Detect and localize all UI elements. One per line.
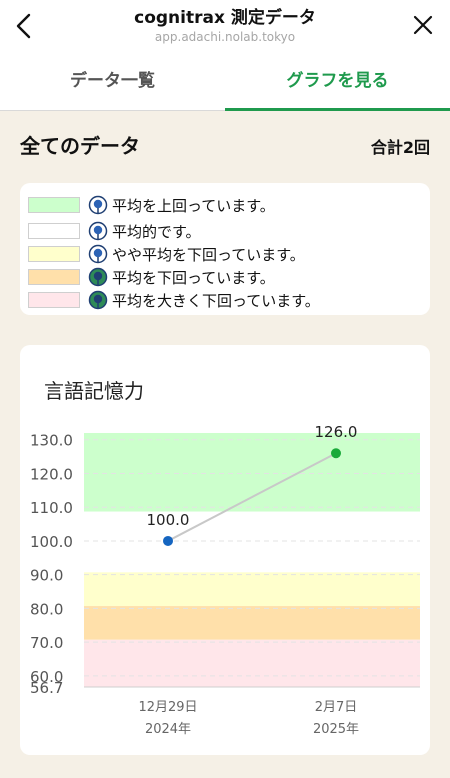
tab-data-list[interactable]: データ一覧	[0, 52, 225, 110]
data-point	[163, 535, 173, 546]
chart-card: 言語記憶力 56.7 60.0 70.0 80.0 90.0 100.0 110.0 120.…	[20, 345, 430, 755]
data-label: 100.0	[147, 511, 190, 529]
legend-label: 平均を下回っています。	[112, 268, 275, 287]
y-tick-label: 80.0	[30, 600, 63, 618]
y-tick-label: 60.0	[30, 668, 63, 686]
x-tick-label: 2025年	[313, 722, 359, 737]
score-band	[84, 639, 420, 687]
x-tick-label: 2024年	[145, 722, 191, 737]
page-title: cognitrax 測定データ	[134, 8, 316, 28]
face-icon-blue	[88, 195, 108, 215]
total-count: 合計2回	[370, 138, 430, 157]
face-icon-blue	[88, 244, 108, 264]
legend-item: 平均的です。	[28, 221, 201, 241]
data-label: 126.0	[315, 423, 358, 441]
legend-item: 平均を上回っています。	[28, 195, 275, 215]
header-title-block: cognitrax 測定データ app.adachi.nolab.tokyo	[60, 6, 390, 44]
y-tick-label: 120.0	[30, 465, 73, 483]
score-band	[84, 572, 420, 607]
legend-label: 平均を上回っています。	[112, 196, 275, 215]
page-url: app.adachi.nolab.tokyo	[154, 30, 296, 44]
active-tab-indicator	[225, 108, 450, 111]
y-tick-label: 130.0	[30, 432, 73, 450]
y-tick-label: 90.0	[30, 567, 63, 585]
app-header: cognitrax 測定データ app.adachi.nolab.tokyo	[0, 0, 450, 52]
x-tick-label: 2月7日	[315, 700, 358, 715]
legend-swatch	[28, 246, 80, 262]
legend-item: やや平均を下回っています。	[28, 244, 305, 264]
y-tick-label: 70.0	[30, 634, 63, 652]
legend-label: 平均を大きく下回っています。	[112, 291, 320, 310]
x-tick-label: 12月29日	[138, 700, 197, 715]
legend-card: 平均を上回っています。 平均的です。やや平均を下回っています。 平均を下回っています…	[20, 183, 430, 315]
score-band	[84, 606, 420, 640]
legend-label: 平均的です。	[112, 222, 201, 241]
legend-label: やや平均を下回っています。	[112, 245, 305, 264]
chevron-left-icon[interactable]	[12, 12, 36, 40]
score-band	[84, 433, 420, 512]
close-icon[interactable]	[412, 14, 434, 36]
data-point	[331, 448, 341, 459]
legend-swatch	[28, 292, 80, 308]
face-icon-green	[88, 267, 108, 287]
y-tick-label: 100.0	[30, 533, 73, 551]
legend-swatch	[28, 197, 80, 213]
legend-item: 平均を大きく下回っています。	[28, 290, 320, 310]
face-icon-green	[88, 290, 108, 310]
legend-swatch	[28, 223, 80, 239]
legend-swatch	[28, 269, 80, 285]
line-chart: 56.760.070.080.090.0100.0110.0120.0130.0…	[30, 423, 420, 737]
tab-graph[interactable]: グラフを見る	[225, 52, 450, 110]
tab-bar: データ一覧 グラフを見る	[0, 52, 450, 111]
face-icon-blue	[88, 221, 108, 241]
legend-item: 平均を下回っています。	[28, 267, 275, 287]
score-band	[84, 511, 420, 573]
y-tick-label: 110.0	[30, 499, 73, 517]
section-title: 全てのデータ	[20, 134, 140, 158]
